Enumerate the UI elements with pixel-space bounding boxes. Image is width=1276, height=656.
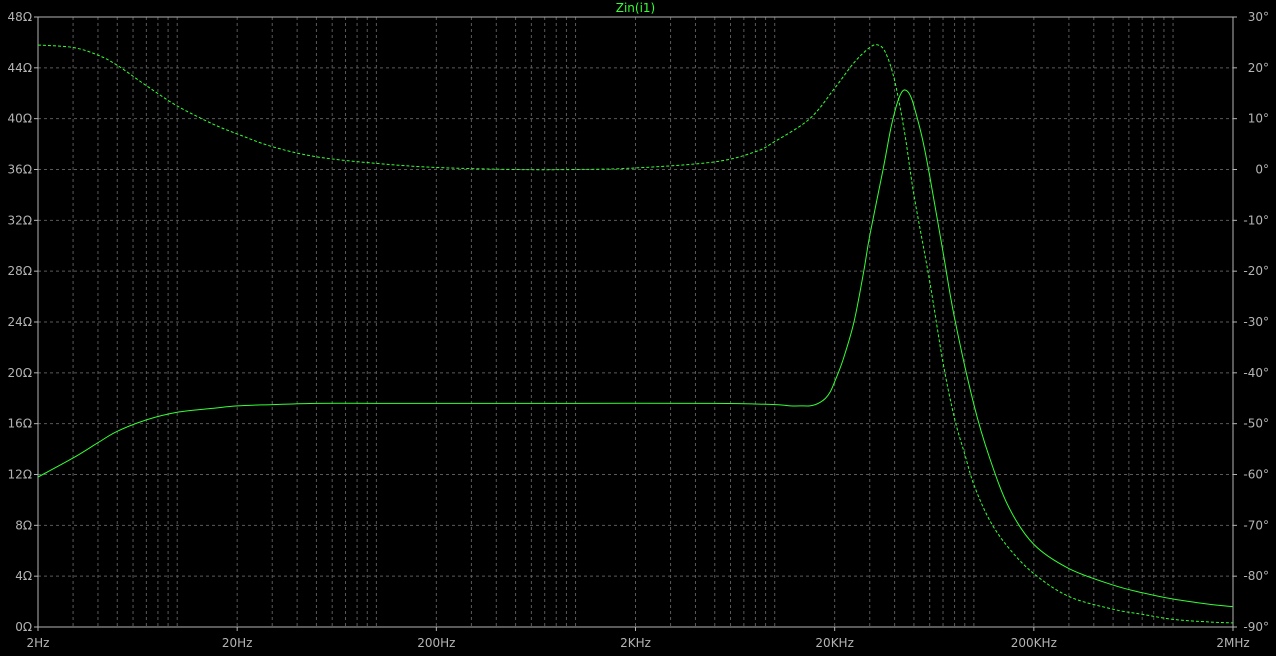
y-left-tick-label: 4Ω xyxy=(15,569,32,583)
y-left-tick-label: 36Ω xyxy=(8,163,32,177)
y-right-tick-label: 0° xyxy=(1255,163,1269,177)
y-left-tick-label: 8Ω xyxy=(15,518,32,532)
y-left-tick-label: 24Ω xyxy=(8,315,32,329)
x-tick-label: 2MHz xyxy=(1216,636,1249,650)
x-tick-label: 20Hz xyxy=(222,636,253,650)
y-left-tick-label: 44Ω xyxy=(8,61,32,75)
y-left-tick-label: 48Ω xyxy=(8,10,32,24)
y-left-tick-label: 0Ω xyxy=(15,620,32,634)
y-right-tick-label: -90° xyxy=(1243,620,1269,634)
x-tick-label: 200KHz xyxy=(1011,636,1057,650)
x-tick-label: 2KHz xyxy=(620,636,651,650)
y-right-tick-label: 10° xyxy=(1248,112,1269,126)
y-right-tick-label: -30° xyxy=(1243,315,1269,329)
y-right-tick-label: 20° xyxy=(1248,61,1269,75)
y-right-tick-label: -70° xyxy=(1243,518,1269,532)
x-tick-label: 20KHz xyxy=(815,636,853,650)
y-right-tick-label: -20° xyxy=(1243,264,1269,278)
y-left-tick-label: 28Ω xyxy=(8,264,32,278)
y-left-tick-label: 20Ω xyxy=(8,366,32,380)
chart-title: Zin(i1) xyxy=(616,1,656,15)
impedance-plot: 2Hz 20Hz 200Hz 2KHz 20KHz 200KHz 2MHz 48Ω 44Ω 40Ω… xyxy=(8,1,1269,650)
y-right-tick-label: -60° xyxy=(1243,468,1269,482)
y-left-tick-label: 16Ω xyxy=(8,417,32,431)
y-left-tick-label: 12Ω xyxy=(8,468,32,482)
y-right-tick-label: -40° xyxy=(1243,366,1269,380)
y-right-tick-label: 30° xyxy=(1248,10,1269,24)
x-tick-label: 2Hz xyxy=(27,636,50,650)
y-right-tick-label: -80° xyxy=(1243,569,1269,583)
y-left-tick-label: 32Ω xyxy=(8,213,32,227)
y-right-tick-label: -10° xyxy=(1243,213,1269,227)
x-tick-label: 200Hz xyxy=(417,636,455,650)
y-left-tick-label: 40Ω xyxy=(8,112,32,126)
y-right-tick-label: -50° xyxy=(1243,417,1269,431)
